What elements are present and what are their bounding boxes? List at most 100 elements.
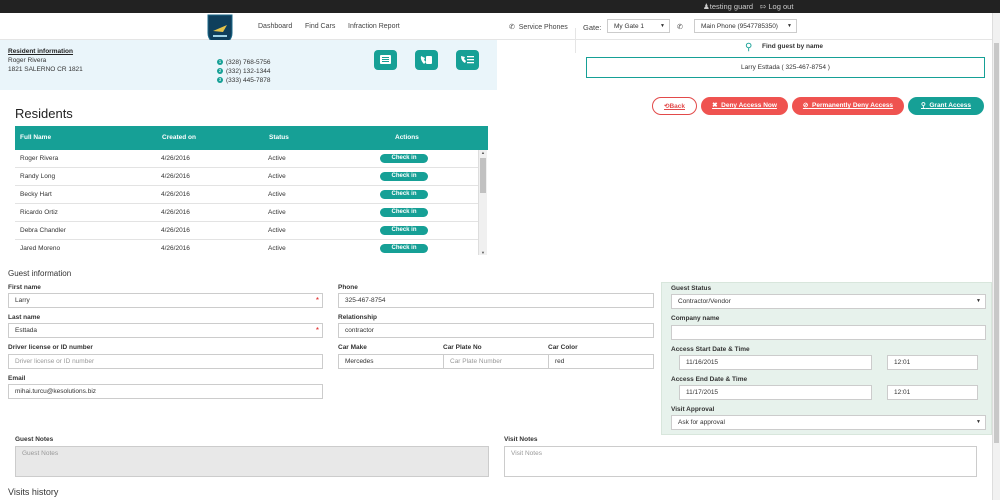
check-in-button[interactable]: Check in	[380, 190, 428, 199]
car-plate-field[interactable]: Car Plate Number	[443, 354, 549, 369]
check-in-button[interactable]: Check in	[380, 244, 428, 253]
chevron-down-icon: ▼	[976, 298, 981, 304]
resident-info-title[interactable]: Resident information	[8, 48, 73, 55]
grant-access-button[interactable]: ⚲ Grant Access	[908, 97, 984, 115]
table-row: Randy Long 4/26/2016 Active Check in	[15, 168, 478, 186]
list-button[interactable]	[374, 50, 397, 70]
car-color-field[interactable]: red	[548, 354, 654, 369]
end-date-field[interactable]: 11/17/2015	[679, 385, 872, 400]
user-label[interactable]: ♟testing guard	[703, 2, 753, 11]
guest-notes-placeholder: Guest Notes	[22, 450, 59, 457]
car-plate-placeholder: Car Plate Number	[450, 358, 503, 365]
table-row: Roger Rivera 4/26/2016 Active Check in	[15, 150, 478, 168]
resident-phone-1: 1 (328) 768-5756	[217, 58, 270, 67]
page-scrollbar-thumb[interactable]	[994, 43, 999, 443]
check-in-button[interactable]: Check in	[380, 226, 428, 235]
table-row: Debra Chandler 4/26/2016 Active Check in	[15, 222, 478, 240]
company-name-field[interactable]	[671, 325, 986, 340]
back-button[interactable]: ⟲Back	[652, 97, 697, 115]
call-list-button[interactable]	[415, 50, 438, 70]
list-icon	[380, 55, 391, 64]
cell-created: 4/26/2016	[161, 209, 190, 216]
scroll-up-icon[interactable]: ▲	[481, 150, 485, 155]
phone-label: Phone	[338, 284, 358, 291]
visit-approval-label: Visit Approval	[671, 406, 715, 413]
gate-select[interactable]: My Gate 1 ▼	[607, 19, 670, 33]
cell-created: 4/26/2016	[161, 155, 190, 162]
guest-status-label: Guest Status	[671, 285, 712, 292]
relationship-label: Relationship	[338, 314, 378, 321]
end-time-field[interactable]: 12:01	[887, 385, 978, 400]
start-time-field[interactable]: 12:01	[887, 355, 978, 370]
service-phones-label: Service Phones	[518, 24, 568, 31]
first-name-field[interactable]: Larry *	[8, 293, 323, 308]
cell-name: Ricardo Ortiz	[20, 209, 58, 216]
service-phones-link[interactable]: ✆ Service Phones	[509, 23, 568, 31]
chevron-down-icon: ▼	[660, 23, 665, 29]
guest-status-select[interactable]: Contractor/Vendor ▼	[671, 294, 986, 309]
chevron-down-icon: ▼	[976, 419, 981, 425]
logout-link[interactable]: ⇰ Log out	[760, 2, 793, 11]
cell-created: 4/26/2016	[161, 173, 190, 180]
car-color-value: red	[555, 358, 565, 365]
user-icon: ♟	[703, 2, 710, 11]
permanently-deny-button[interactable]: ⊘ Permanently Deny Access	[792, 97, 904, 115]
guest-info-heading: Guest information	[8, 269, 72, 278]
scrollbar-thumb[interactable]	[480, 158, 486, 193]
phone-field[interactable]: 325-467-8754	[338, 293, 654, 308]
cell-status: Active	[268, 155, 286, 162]
col-status[interactable]: Status	[269, 134, 289, 141]
guest-notes-textarea[interactable]: Guest Notes	[15, 446, 489, 477]
resident-phone-list: 1 (328) 768-5756 2 (332) 132-1344 3 (333) 4…	[217, 58, 270, 85]
car-make-label: Car Make	[338, 344, 367, 351]
guest-notes-label: Guest Notes	[15, 436, 54, 443]
visit-notes-placeholder: Visit Notes	[511, 450, 542, 457]
table-row: Becky Hart 4/26/2016 Active Check in	[15, 186, 478, 204]
main-nav: Dashboard Find Cars Infraction Report ✆ …	[0, 13, 1000, 53]
perm-deny-label: Permanently Deny Access	[812, 102, 894, 109]
car-plate-label: Car Plate No	[443, 344, 482, 351]
check-in-button[interactable]: Check in	[380, 154, 428, 163]
nav-dashboard[interactable]: Dashboard	[258, 23, 292, 30]
access-end-label: Access End Date & Time	[671, 376, 748, 383]
start-date-field[interactable]: 11/16/2015	[679, 355, 872, 370]
check-in-button[interactable]: Check in	[380, 172, 428, 181]
page-scrollbar[interactable]	[992, 13, 1000, 500]
email-field[interactable]: mihai.turcu@kesolutions.biz	[8, 384, 323, 399]
col-full-name[interactable]: Full Name	[20, 134, 51, 141]
last-name-field[interactable]: Esttada *	[8, 323, 323, 338]
visit-notes-textarea[interactable]: Visit Notes	[504, 446, 977, 477]
license-field[interactable]: Driver license or ID number	[8, 354, 323, 369]
deny-access-now-button[interactable]: ✖ Deny Access Now	[701, 97, 788, 115]
col-created-on[interactable]: Created on	[162, 134, 196, 141]
contacts-button[interactable]	[456, 50, 479, 70]
find-guest-label: Find guest by name	[762, 43, 824, 50]
cell-name: Becky Hart	[20, 191, 52, 198]
nav-find-cars[interactable]: Find Cars	[305, 23, 335, 30]
visit-approval-select[interactable]: Ask for approval ▼	[671, 415, 986, 430]
close-icon: ✖	[712, 102, 718, 109]
top-bar: ♟testing guard ⇰ Log out	[0, 0, 1000, 13]
nav-infraction-report[interactable]: Infraction Report	[348, 23, 400, 30]
guest-status-value: Contractor/Vendor	[678, 298, 731, 305]
last-name-label: Last name	[8, 314, 41, 321]
find-guest-input[interactable]: Larry Esttada ( 325-467-8754 )	[586, 57, 985, 78]
check-in-button[interactable]: Check in	[380, 208, 428, 217]
cell-status: Active	[268, 191, 286, 198]
first-name-label: First name	[8, 284, 41, 291]
phone-number: (333) 445-7878	[226, 77, 271, 84]
resident-address: 1821 SALERNO CR 1821	[8, 66, 83, 73]
table-row: Jared Moreno 4/26/2016 Active Check in	[15, 240, 478, 255]
relationship-field[interactable]: contractor	[338, 323, 654, 338]
phone-icon: ✆	[677, 24, 683, 31]
scroll-down-icon[interactable]: ▼	[481, 250, 485, 255]
chevron-down-icon: ▼	[787, 23, 792, 29]
required-icon: *	[315, 326, 319, 335]
table-header: Full Name Created on Status Actions	[15, 126, 488, 150]
table-scrollbar[interactable]: ▲ ▼	[478, 150, 487, 255]
cell-created: 4/26/2016	[161, 191, 190, 198]
phone-select[interactable]: Main Phone (9547785350) ▼	[694, 19, 797, 33]
car-make-field[interactable]: Mercedes	[338, 354, 444, 369]
deny-now-label: Deny Access Now	[721, 102, 777, 109]
nav-divider	[575, 28, 576, 53]
